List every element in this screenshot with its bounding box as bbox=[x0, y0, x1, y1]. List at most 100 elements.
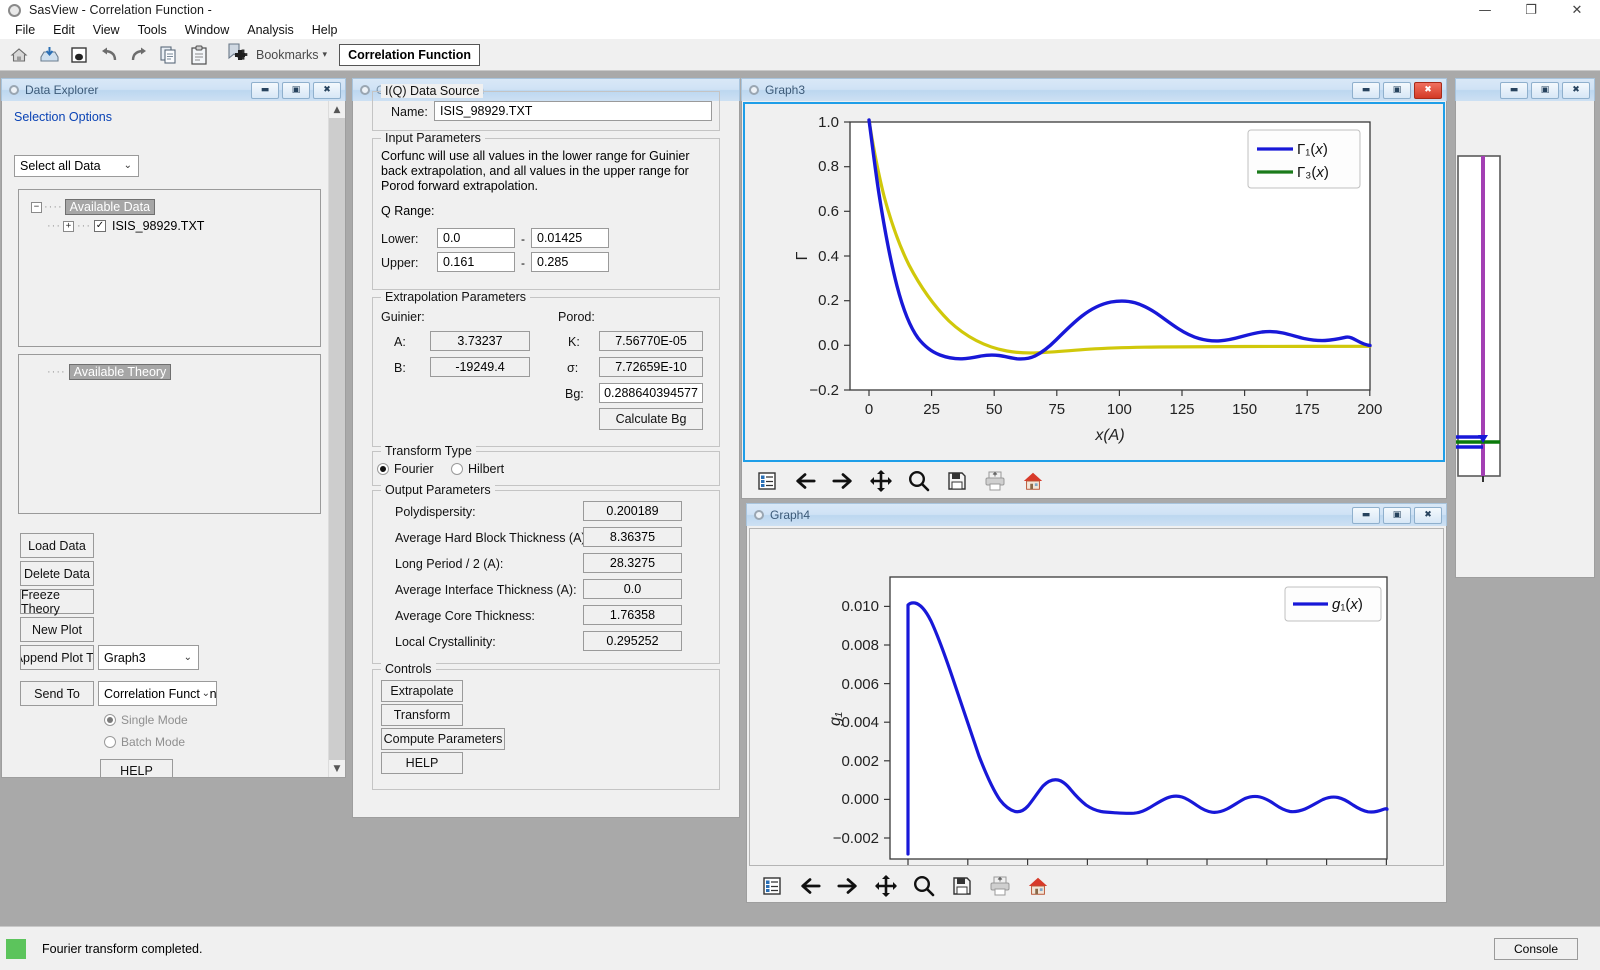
fourier-radio-row[interactable]: Fourier bbox=[377, 462, 434, 476]
send-to-button[interactable]: Send To bbox=[20, 681, 94, 706]
fourier-radio[interactable] bbox=[377, 463, 389, 475]
avg-core-thickness-value[interactable]: 1.76358 bbox=[583, 605, 682, 625]
background-maximize-button[interactable]: ▣ bbox=[1531, 82, 1559, 99]
local-crystallinity-value[interactable]: 0.295252 bbox=[583, 631, 682, 651]
guinier-b-input[interactable]: -19249.4 bbox=[430, 357, 530, 377]
data-explorer-maximize-button[interactable]: ▣ bbox=[282, 82, 310, 99]
data-source-name-input[interactable]: ISIS_98929.TXT bbox=[434, 101, 712, 121]
batch-mode-radio[interactable] bbox=[104, 736, 116, 748]
console-button[interactable]: Console bbox=[1494, 938, 1578, 960]
graph3-window[interactable]: Graph3 ▬ ▣ ✖ bbox=[741, 78, 1447, 499]
dataset-checkbox[interactable]: ✓ bbox=[94, 220, 106, 232]
menu-window[interactable]: Window bbox=[176, 21, 238, 39]
home-icon[interactable] bbox=[1022, 470, 1044, 492]
graph4-minimize-button[interactable]: ▬ bbox=[1352, 507, 1380, 524]
graph3-titlebar[interactable]: Graph3 ▬ ▣ ✖ bbox=[741, 78, 1447, 101]
menu-view[interactable]: View bbox=[84, 21, 129, 39]
window-minimize-button[interactable]: — bbox=[1462, 0, 1508, 20]
corrfunc-help-button[interactable]: HELP bbox=[381, 752, 463, 774]
menu-analysis[interactable]: Analysis bbox=[238, 21, 303, 39]
long-period-value[interactable]: 28.3275 bbox=[583, 553, 682, 573]
freeze-theory-button[interactable]: Freeze Theory bbox=[20, 589, 94, 614]
window-close-button[interactable]: ✕ bbox=[1554, 0, 1600, 20]
menu-help[interactable]: Help bbox=[303, 21, 347, 39]
add-bookmark-icon[interactable] bbox=[226, 42, 252, 67]
available-theory-tree[interactable]: ···· Available Theory bbox=[18, 354, 321, 514]
porod-bg-input[interactable]: 0.288640394577 bbox=[599, 383, 703, 403]
back-arrow-icon[interactable] bbox=[794, 470, 816, 492]
delete-data-button[interactable]: Delete Data bbox=[20, 561, 94, 586]
tree-item-dataset[interactable]: ··· + ··· ✓ ISIS_98929.TXT bbox=[47, 219, 320, 233]
configure-subplots-icon[interactable] bbox=[756, 470, 778, 492]
menu-tools[interactable]: Tools bbox=[129, 21, 176, 39]
menu-file[interactable]: File bbox=[6, 21, 44, 39]
compute-parameters-button[interactable]: Compute Parameters bbox=[381, 728, 505, 750]
copy-icon[interactable] bbox=[154, 41, 184, 69]
send-to-combo[interactable]: Correlation Function ⌄ bbox=[98, 681, 217, 706]
redo-icon[interactable] bbox=[124, 41, 154, 69]
batch-mode-radio-row[interactable]: Batch Mode bbox=[104, 735, 185, 749]
scroll-down-icon[interactable]: ▼ bbox=[329, 760, 345, 777]
forward-arrow-icon[interactable] bbox=[832, 470, 854, 492]
chevron-down-icon[interactable]: ▾ bbox=[323, 50, 328, 60]
q-lower-to-input[interactable]: 0.01425 bbox=[531, 228, 609, 248]
window-controls[interactable]: — ❐ ✕ bbox=[1462, 0, 1600, 20]
graph3-buttons[interactable]: ▬ ▣ ✖ bbox=[1352, 82, 1446, 99]
q-upper-from-input[interactable]: 0.161 bbox=[437, 252, 515, 272]
graph4-close-button[interactable]: ✖ bbox=[1414, 507, 1442, 524]
available-data-tree[interactable]: − ···· Available Data ··· + ··· ✓ ISIS_9… bbox=[18, 189, 321, 347]
home-icon[interactable] bbox=[1027, 875, 1049, 897]
undo-icon[interactable] bbox=[94, 41, 124, 69]
graph3-maximize-button[interactable]: ▣ bbox=[1383, 82, 1411, 99]
menu-edit[interactable]: Edit bbox=[44, 21, 84, 39]
polydispersity-value[interactable]: 0.200189 bbox=[583, 501, 682, 521]
data-explorer-buttons[interactable]: ▬ ▣ ✖ bbox=[251, 82, 345, 99]
data-explorer-close-button[interactable]: ✖ bbox=[313, 82, 341, 99]
graph4-plot[interactable]: −0.002 0.000 0.002 0.004 0.006 0.008 0.0… bbox=[750, 529, 1443, 865]
tree-root-available-data[interactable]: − ···· Available Data bbox=[31, 199, 320, 215]
hilbert-radio-row[interactable]: Hilbert bbox=[451, 462, 504, 476]
graph4-maximize-button[interactable]: ▣ bbox=[1383, 507, 1411, 524]
data-explorer-help-button[interactable]: HELP bbox=[100, 759, 173, 778]
q-upper-to-input[interactable]: 0.285 bbox=[531, 252, 609, 272]
background-window-buttons[interactable]: ▬ ▣ ✖ bbox=[1500, 82, 1594, 99]
append-plot-to-button[interactable]: Append Plot To bbox=[20, 645, 94, 670]
scrollbar-track[interactable] bbox=[329, 118, 345, 760]
avg-hard-block-thickness-value[interactable]: 8.36375 bbox=[583, 527, 682, 547]
graph4-titlebar[interactable]: Graph4 ▬ ▣ ✖ bbox=[746, 503, 1447, 526]
graph4-window[interactable]: Graph4 ▬ ▣ ✖ bbox=[746, 503, 1447, 903]
paste-icon[interactable] bbox=[184, 41, 214, 69]
data-explorer-titlebar[interactable]: Data Explorer ▬ ▣ ✖ bbox=[1, 78, 346, 101]
configure-subplots-icon[interactable] bbox=[761, 875, 783, 897]
load-data-button[interactable]: Load Data bbox=[20, 533, 94, 558]
data-explorer-window[interactable]: Data Explorer ▬ ▣ ✖ Selection Options Se… bbox=[1, 78, 346, 778]
avg-interface-thickness-value[interactable]: 0.0 bbox=[583, 579, 682, 599]
select-data-combo[interactable]: Select all Data ⌄ bbox=[14, 155, 139, 177]
perspective-tab[interactable]: Correlation Function bbox=[339, 44, 480, 66]
porod-sigma-input[interactable]: 7.72659E-10 bbox=[599, 357, 703, 377]
selection-options-link[interactable]: Selection Options bbox=[14, 110, 112, 124]
correlation-function-window[interactable]: Correlation Function I(Q) Data Source Na… bbox=[352, 78, 740, 818]
new-plot-button[interactable]: New Plot bbox=[20, 617, 94, 642]
back-arrow-icon[interactable] bbox=[799, 875, 821, 897]
graph3-minimize-button[interactable]: ▬ bbox=[1352, 82, 1380, 99]
background-close-button[interactable]: ✖ bbox=[1562, 82, 1590, 99]
append-plot-to-combo[interactable]: Graph3 ⌄ bbox=[98, 645, 199, 670]
extrapolate-button[interactable]: Extrapolate bbox=[381, 680, 463, 702]
load-data-icon[interactable] bbox=[34, 41, 64, 69]
background-window-titlebar[interactable]: ▬ ▣ ✖ bbox=[1455, 78, 1595, 101]
window-maximize-button[interactable]: ❐ bbox=[1508, 0, 1554, 20]
q-lower-from-input[interactable]: 0.0 bbox=[437, 228, 515, 248]
background-minimize-button[interactable]: ▬ bbox=[1500, 82, 1528, 99]
zoom-icon[interactable] bbox=[908, 470, 930, 492]
print-icon[interactable] bbox=[989, 875, 1011, 897]
save-icon[interactable] bbox=[951, 875, 973, 897]
pan-icon[interactable] bbox=[870, 470, 892, 492]
calculate-bg-button[interactable]: Calculate Bg bbox=[599, 408, 703, 430]
graph3-close-button[interactable]: ✖ bbox=[1414, 82, 1442, 99]
transform-button[interactable]: Transform bbox=[381, 704, 463, 726]
bookmarks-control[interactable]: Bookmarks ▾ bbox=[226, 42, 327, 67]
forward-arrow-icon[interactable] bbox=[837, 875, 859, 897]
pan-icon[interactable] bbox=[875, 875, 897, 897]
save-icon[interactable] bbox=[946, 470, 968, 492]
